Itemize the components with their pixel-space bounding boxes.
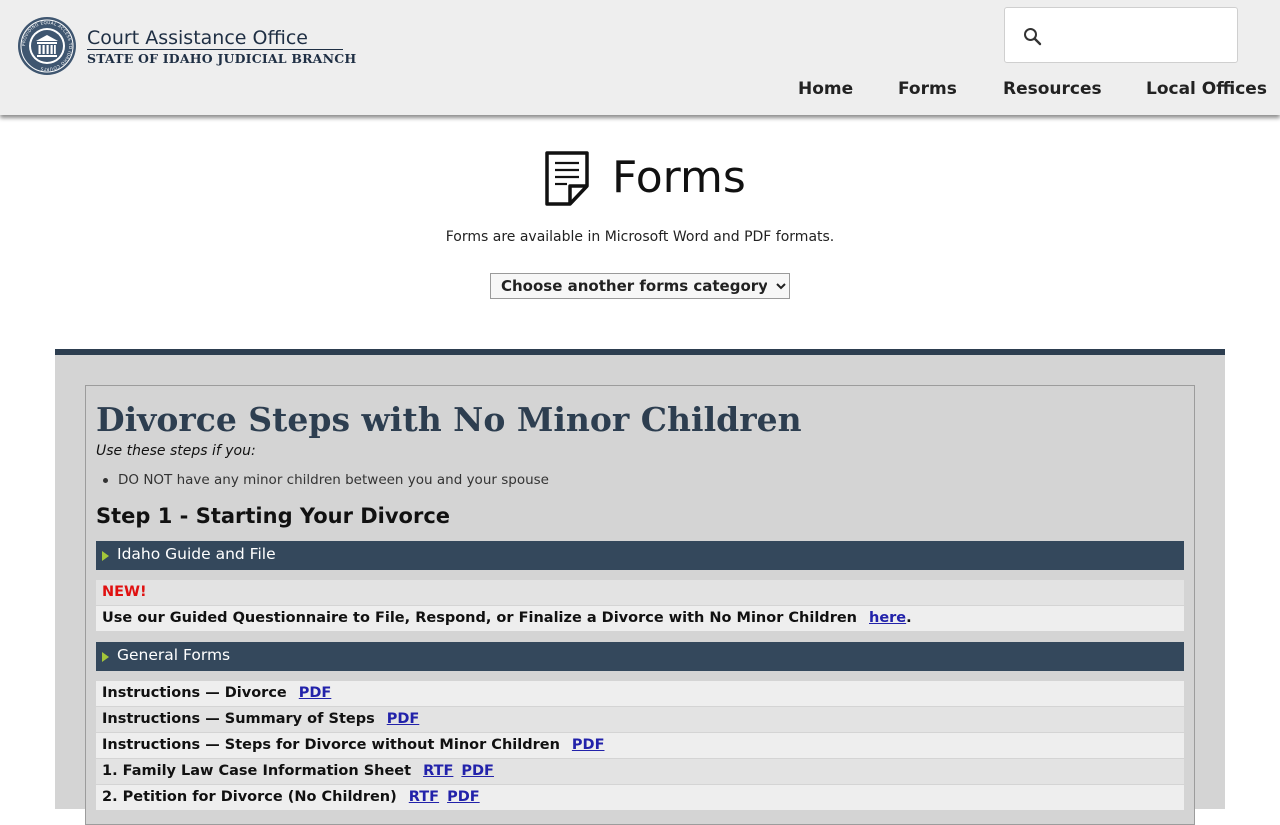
form-row: Instructions — Steps for Divorce without… [96,733,1184,758]
document-icon [545,151,589,206]
nav-home[interactable]: Home [798,79,853,99]
form-label: 2. Petition for Divorce (No Children) [102,789,397,805]
rtf-link[interactable]: RTF [423,763,453,779]
section-toggle-guide-and-file[interactable]: Idaho Guide and File [96,541,1184,570]
section-toggle-general-forms[interactable]: General Forms [96,642,1184,671]
search-icon[interactable] [1023,27,1043,47]
form-label: Instructions — Steps for Divorce without… [102,737,560,753]
form-label: Instructions — Summary of Steps [102,711,375,727]
pdf-link[interactable]: PDF [447,789,480,805]
new-badge: NEW! [102,584,147,600]
forms-category-select[interactable]: Choose another forms category [490,273,790,299]
form-label: Instructions — Divorce [102,685,287,701]
form-row: 1. Family Law Case Information Sheet RTF P… [96,759,1184,784]
guided-questionnaire-link[interactable]: here [869,610,906,626]
form-row: Instructions — Divorce PDF [96,681,1184,706]
brand-subtitle[interactable]: STATE OF IDAHO JUDICIAL BRANCH [87,51,356,66]
expand-arrow-icon [102,652,109,662]
nav-forms[interactable]: Forms [898,79,957,99]
content-inner: Divorce Steps with No Minor Children Use… [85,385,1195,825]
content-heading: Divorce Steps with No Minor Children [96,400,802,439]
form-row: Instructions — Summary of Steps PDF [96,707,1184,732]
content-panel: Divorce Steps with No Minor Children Use… [55,349,1225,825]
search-box[interactable] [1004,7,1238,63]
form-label: 1. Family Law Case Information Sheet [102,763,412,779]
main-nav: Home Forms Resources Local Offices [0,79,1280,101]
bullet-icon [103,478,108,483]
page-title: Forms [612,152,746,203]
form-row: 2. Petition for Divorce (No Children) RTF… [96,785,1184,810]
court-seal-icon[interactable]: PROVIDING EQUAL ACCESS TO IDAHO COURTS [17,16,77,76]
pdf-link[interactable]: PDF [461,763,494,779]
guided-questionnaire-text: Use our Guided Questionnaire to File, Re… [102,610,857,626]
site-header: PROVIDING EQUAL ACCESS TO IDAHO COURTS C… [0,0,1280,115]
new-badge-row: NEW! [96,580,1184,605]
nav-local-offices[interactable]: Local Offices [1146,79,1267,99]
nav-resources[interactable]: Resources [1003,79,1102,99]
section-title: Idaho Guide and File [117,545,276,563]
criteria-text: DO NOT have any minor children between y… [118,472,549,488]
brand-divider [87,49,343,50]
trailing-period: . [906,610,912,626]
search-input[interactable] [1055,22,1229,50]
pdf-link[interactable]: PDF [572,737,605,753]
expand-arrow-icon [102,551,109,561]
forms-description: Forms are available in Microsoft Word an… [445,229,835,245]
pdf-link[interactable]: PDF [387,711,420,727]
pdf-link[interactable]: PDF [299,685,332,701]
step-heading: Step 1 - Starting Your Divorce [96,504,451,528]
criteria-item: DO NOT have any minor children between y… [103,472,549,488]
section-title: General Forms [117,646,231,664]
rtf-link[interactable]: RTF [409,789,439,805]
guided-questionnaire-row: Use our Guided Questionnaire to File, Re… [96,606,1184,631]
brand-title[interactable]: Court Assistance Office [87,27,308,49]
use-steps-intro: Use these steps if you: [96,443,256,459]
